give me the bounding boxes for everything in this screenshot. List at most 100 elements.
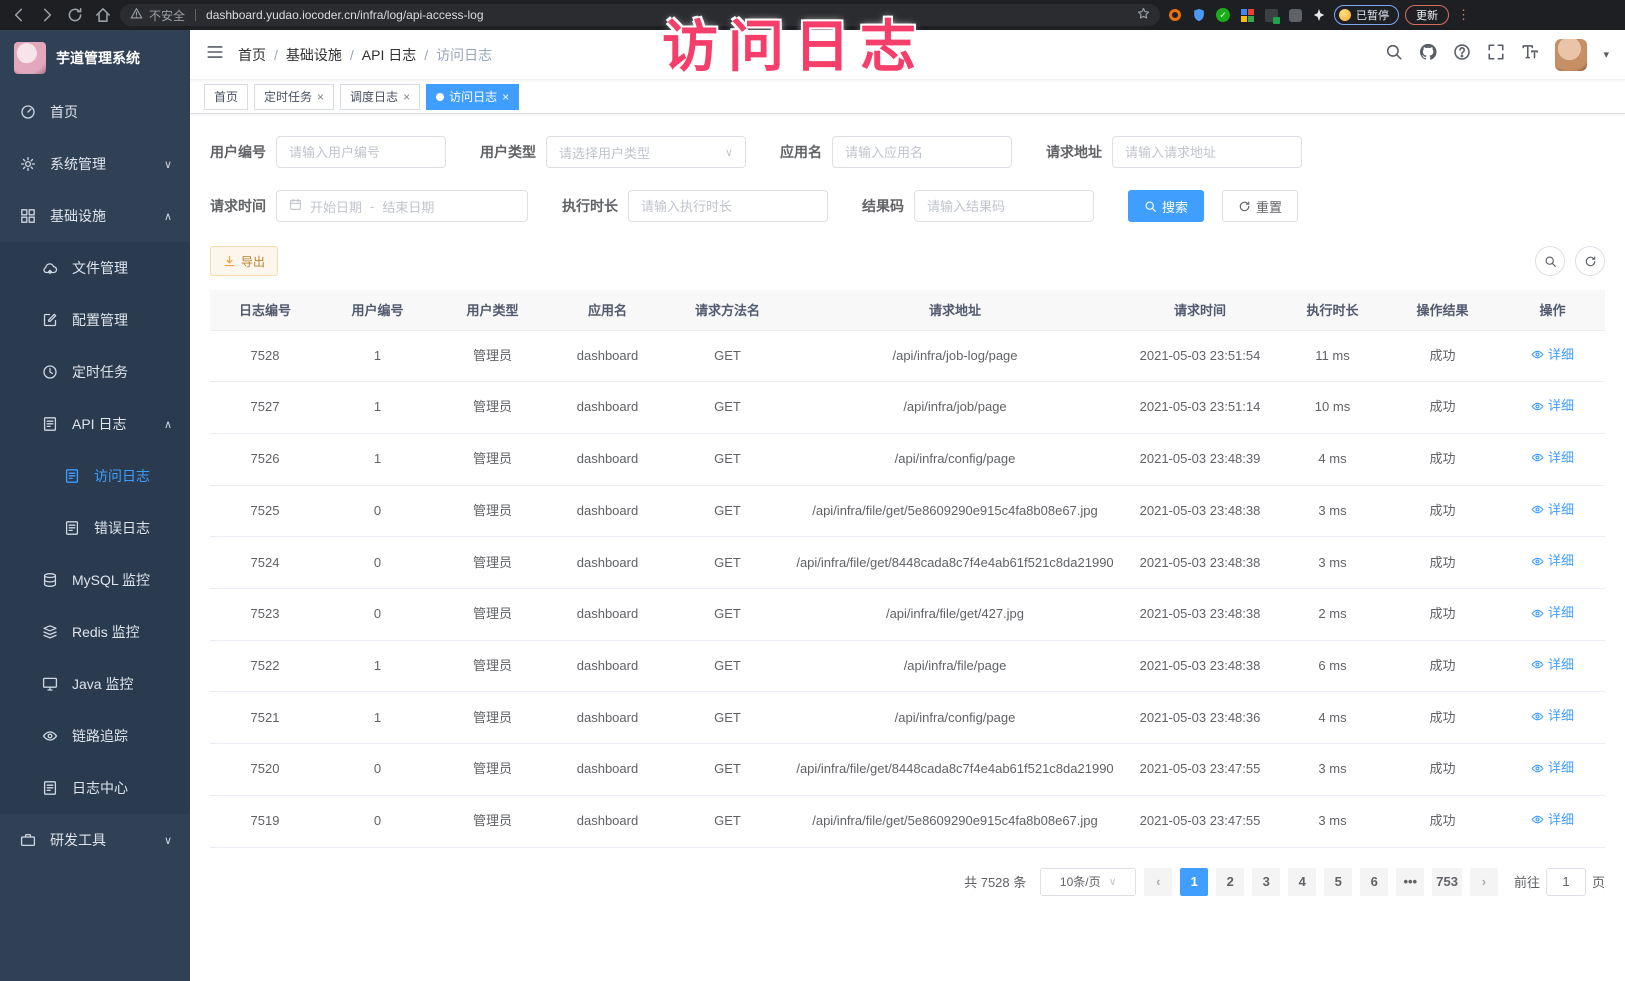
extension-icon-green[interactable]: ✓ <box>1214 6 1232 24</box>
page-ellipsis[interactable]: ••• <box>1396 868 1424 896</box>
chevron-down-icon[interactable]: ▾ <box>1603 48 1609 61</box>
user-id-input[interactable] <box>276 136 446 168</box>
toggle-search-button[interactable] <box>1535 246 1565 276</box>
tab-home[interactable]: 首页 <box>204 84 248 110</box>
detail-link[interactable]: 详细 <box>1531 500 1574 520</box>
sidebar-item-home[interactable]: 首页 <box>0 86 190 138</box>
reload-icon[interactable] <box>64 4 86 26</box>
sidebar-item-access-log[interactable]: 访问日志 <box>0 450 190 502</box>
request-time-range[interactable]: 开始日期 - 结束日期 <box>276 190 528 222</box>
page-button-5[interactable]: 5 <box>1324 868 1352 896</box>
page-button-2[interactable]: 2 <box>1216 868 1244 896</box>
sidebar-item-api-log[interactable]: API 日志 ∧ <box>0 398 190 450</box>
detail-link[interactable]: 详细 <box>1531 448 1574 468</box>
bookmark-star-icon[interactable] <box>1137 7 1150 23</box>
chevron-down-icon: ∨ <box>164 834 172 847</box>
sidebar-item-system[interactable]: 系统管理 ∨ <box>0 138 190 190</box>
col-time: 请求时间 <box>1120 290 1280 330</box>
help-icon[interactable] <box>1453 43 1471 66</box>
close-icon[interactable]: × <box>317 90 324 104</box>
profile-paused-badge[interactable]: 已暂停 <box>1334 5 1399 25</box>
extension-icon-translate[interactable] <box>1262 6 1280 24</box>
cell-user-type: 管理员 <box>435 589 550 641</box>
sidebar-item-devtools[interactable]: 研发工具 ∨ <box>0 814 190 866</box>
detail-link[interactable]: 详细 <box>1531 706 1574 726</box>
cell-duration: 10 ms <box>1280 382 1385 434</box>
search-button[interactable]: 搜索 <box>1128 190 1204 222</box>
detail-link[interactable]: 详细 <box>1531 396 1574 416</box>
page-button-last[interactable]: 753 <box>1432 868 1462 896</box>
breadcrumb-home[interactable]: 首页 <box>238 45 266 65</box>
reset-button[interactable]: 重置 <box>1222 190 1298 222</box>
detail-link[interactable]: 详细 <box>1531 603 1574 623</box>
sidebar-submenu-infra: 文件管理 配置管理 定时任务 API 日志 ∧ <box>0 242 190 814</box>
sidebar-item-mysql[interactable]: MySQL 监控 <box>0 554 190 606</box>
page-button-3[interactable]: 3 <box>1252 868 1280 896</box>
extension-icon-pinwheel[interactable] <box>1310 6 1328 24</box>
address-bar[interactable]: 不安全 dashboard.yudao.iocoder.cn/infra/log… <box>120 4 1160 26</box>
eye-icon <box>1531 451 1544 464</box>
tab-access-log[interactable]: 访问日志× <box>426 84 519 110</box>
github-icon[interactable] <box>1419 43 1437 66</box>
cell-actions: 详细 <box>1500 485 1605 537</box>
app-name-input[interactable] <box>832 136 1012 168</box>
page-button-4[interactable]: 4 <box>1288 868 1316 896</box>
forward-icon[interactable] <box>36 4 58 26</box>
refresh-table-button[interactable] <box>1575 246 1605 276</box>
page-size-select[interactable]: 10条/页 ∨ <box>1040 868 1136 896</box>
close-icon[interactable]: × <box>403 90 410 104</box>
detail-link[interactable]: 详细 <box>1531 810 1574 830</box>
extension-icon-squares[interactable] <box>1238 6 1256 24</box>
breadcrumb: 首页/ 基础设施/ API 日志/ 访问日志 <box>238 45 492 65</box>
sidebar-item-config[interactable]: 配置管理 <box>0 294 190 346</box>
tab-job-log[interactable]: 调度日志× <box>340 84 420 110</box>
next-page-button[interactable]: › <box>1470 868 1498 896</box>
goto-page-input[interactable] <box>1546 868 1586 896</box>
back-icon[interactable] <box>8 4 30 26</box>
sidebar-item-error-log[interactable]: 错误日志 <box>0 502 190 554</box>
user-type-select[interactable]: 请选择用户类型 ∨ <box>546 136 746 168</box>
page-button-1[interactable]: 1 <box>1180 868 1208 896</box>
browser-menu-icon[interactable]: ⋮ <box>1455 7 1472 23</box>
sidebar-item-java[interactable]: Java 监控 <box>0 658 190 710</box>
fullscreen-icon[interactable] <box>1487 43 1505 66</box>
result-code-input[interactable] <box>914 190 1094 222</box>
sidebar-item-redis[interactable]: Redis 监控 <box>0 606 190 658</box>
cell-actions: 详细 <box>1500 537 1605 589</box>
sidebar-item-tracing[interactable]: 链路追踪 <box>0 710 190 762</box>
extension-icon-shield[interactable] <box>1190 6 1208 24</box>
sidebar-item-log-center[interactable]: 日志中心 <box>0 762 190 814</box>
browser-update-button[interactable]: 更新 <box>1405 5 1449 25</box>
clock-icon <box>42 364 58 380</box>
page-button-6[interactable]: 6 <box>1360 868 1388 896</box>
prev-page-button[interactable]: ‹ <box>1144 868 1172 896</box>
tab-job[interactable]: 定时任务× <box>254 84 334 110</box>
breadcrumb-api-log[interactable]: API 日志 <box>362 45 416 65</box>
detail-link[interactable]: 详细 <box>1531 345 1574 365</box>
user-avatar[interactable] <box>1555 39 1587 71</box>
request-url-input[interactable] <box>1112 136 1302 168</box>
chevron-up-icon: ∧ <box>164 418 172 431</box>
sidebar-item-job[interactable]: 定时任务 <box>0 346 190 398</box>
sidebar-item-file[interactable]: 文件管理 <box>0 242 190 294</box>
extension-icon-gray[interactable] <box>1286 6 1304 24</box>
breadcrumb-infra[interactable]: 基础设施 <box>286 45 342 65</box>
hamburger-icon[interactable] <box>206 43 224 66</box>
sidebar-item-infra[interactable]: 基础设施 ∧ <box>0 190 190 242</box>
cell-app-name: dashboard <box>550 485 665 537</box>
font-size-icon[interactable] <box>1521 43 1539 66</box>
duration-input[interactable] <box>628 190 828 222</box>
detail-link[interactable]: 详细 <box>1531 655 1574 675</box>
cell-user-id: 0 <box>320 795 435 847</box>
close-icon[interactable]: × <box>502 90 509 104</box>
home-icon[interactable] <box>92 4 114 26</box>
cell-duration: 6 ms <box>1280 640 1385 692</box>
monitor-icon <box>42 676 58 692</box>
extension-icon-orange[interactable] <box>1166 6 1184 24</box>
search-icon[interactable] <box>1385 43 1403 66</box>
refresh-icon <box>1238 200 1251 213</box>
detail-link[interactable]: 详细 <box>1531 551 1574 571</box>
export-button[interactable]: 导出 <box>210 246 278 276</box>
cell-log-id: 7519 <box>210 795 320 847</box>
detail-link[interactable]: 详细 <box>1531 758 1574 778</box>
